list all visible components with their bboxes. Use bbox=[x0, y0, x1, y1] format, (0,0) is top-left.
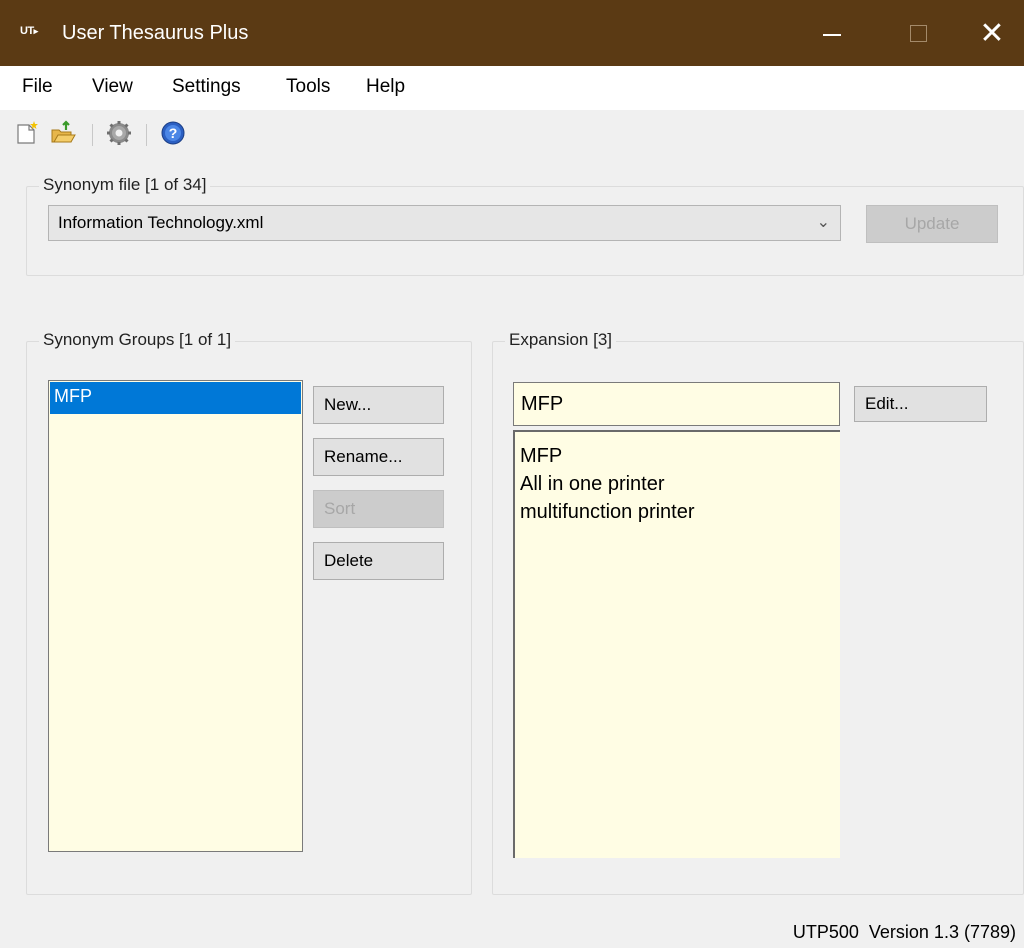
menu-view[interactable]: View bbox=[92, 76, 133, 98]
menu-help[interactable]: Help bbox=[366, 76, 405, 98]
maximize-button[interactable] bbox=[886, 0, 950, 66]
expansion-line: MFP bbox=[520, 445, 563, 467]
minimize-icon bbox=[823, 34, 841, 36]
toolbar-separator bbox=[146, 124, 147, 146]
expansion-line: All in one printer bbox=[520, 473, 665, 495]
rename-button[interactable]: Rename... bbox=[313, 438, 444, 476]
expansion-line: multifunction printer bbox=[520, 501, 695, 523]
synonym-file-value: Information Technology.xml bbox=[58, 213, 264, 232]
menu-settings[interactable]: Settings bbox=[172, 76, 241, 98]
open-file-icon[interactable] bbox=[50, 120, 76, 146]
close-button[interactable]: ✕ bbox=[960, 0, 1024, 66]
edit-button[interactable]: Edit... bbox=[854, 386, 987, 422]
close-icon: ✕ bbox=[979, 16, 1005, 50]
synonym-file-dropdown[interactable]: Information Technology.xml ⌄ bbox=[48, 205, 841, 241]
list-item[interactable]: MFP bbox=[50, 382, 301, 414]
status-bar: UTP500 Version 1.3 (7789) bbox=[0, 916, 1024, 948]
toolbar: ? bbox=[0, 110, 1024, 158]
chevron-down-icon: ⌄ bbox=[816, 214, 830, 231]
app-icon: UT▸ bbox=[20, 25, 38, 37]
menu-file[interactable]: File bbox=[22, 76, 53, 98]
expansion-label: Expansion [3] bbox=[505, 330, 617, 350]
menu-tools[interactable]: Tools bbox=[286, 76, 330, 98]
toolbar-separator bbox=[92, 124, 93, 146]
window-title: User Thesaurus Plus bbox=[62, 22, 249, 44]
settings-gear-icon[interactable] bbox=[106, 120, 132, 146]
maximize-icon bbox=[909, 24, 927, 42]
delete-button[interactable]: Delete bbox=[313, 542, 444, 580]
synonym-groups-label: Synonym Groups [1 of 1] bbox=[39, 330, 236, 350]
help-icon[interactable]: ? bbox=[160, 120, 186, 146]
minimize-button[interactable] bbox=[800, 0, 864, 66]
new-file-icon[interactable] bbox=[14, 120, 40, 146]
svg-text:?: ? bbox=[169, 125, 178, 141]
new-button[interactable]: New... bbox=[313, 386, 444, 424]
sort-button[interactable]: Sort bbox=[313, 490, 444, 528]
synonym-file-label: Synonym file [1 of 34] bbox=[39, 175, 211, 195]
expansion-terms[interactable]: MFP All in one printer multifunction pri… bbox=[513, 430, 840, 858]
expansion-input[interactable]: MFP bbox=[513, 382, 840, 426]
synonym-groups-list[interactable]: MFP bbox=[48, 380, 303, 852]
update-button[interactable]: Update bbox=[866, 205, 998, 243]
version-text: UTP500 Version 1.3 (7789) bbox=[792, 922, 1016, 942]
menu-bar: File View Settings Tools Help bbox=[0, 66, 1024, 110]
title-bar: UT▸ User Thesaurus Plus ✕ bbox=[0, 0, 1024, 66]
